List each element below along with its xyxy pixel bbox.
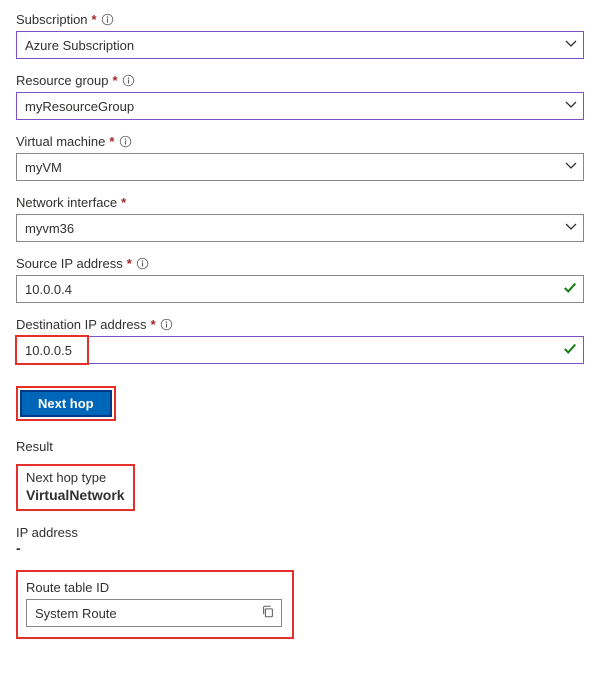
- source-ip-input[interactable]: 10.0.0.4: [16, 275, 584, 303]
- required-asterisk: *: [127, 256, 132, 271]
- source-ip-value: 10.0.0.4: [25, 282, 72, 297]
- chevron-down-icon: [565, 160, 577, 175]
- required-asterisk: *: [151, 317, 156, 332]
- resource-group-label-row: Resource group *: [16, 73, 584, 88]
- chevron-down-icon: [565, 99, 577, 114]
- subscription-field: Subscription * Azure Subscription: [16, 12, 584, 59]
- network-interface-label: Network interface: [16, 195, 117, 210]
- next-hop-button[interactable]: Next hop: [20, 390, 112, 417]
- resource-group-label: Resource group: [16, 73, 109, 88]
- network-interface-select[interactable]: myvm36: [16, 214, 584, 242]
- chevron-down-icon: [565, 38, 577, 53]
- ip-address-value: -: [16, 540, 584, 556]
- required-asterisk: *: [113, 73, 118, 88]
- subscription-value: Azure Subscription: [25, 38, 134, 53]
- destination-ip-input[interactable]: 10.0.0.5: [16, 336, 584, 364]
- destination-ip-label: Destination IP address: [16, 317, 147, 332]
- subscription-select[interactable]: Azure Subscription: [16, 31, 584, 59]
- source-ip-label-row: Source IP address *: [16, 256, 584, 271]
- check-icon: [563, 281, 577, 298]
- destination-ip-value: 10.0.0.5: [25, 343, 72, 358]
- route-table-highlight: Route table ID System Route: [16, 570, 294, 639]
- ip-address-label: IP address: [16, 525, 584, 540]
- required-asterisk: *: [121, 195, 126, 210]
- network-interface-field: Network interface * myvm36: [16, 195, 584, 242]
- ip-address-section: IP address -: [16, 525, 584, 556]
- next-hop-type-label: Next hop type: [26, 470, 125, 485]
- route-table-value: System Route: [35, 606, 117, 621]
- virtual-machine-field: Virtual machine * myVM: [16, 134, 584, 181]
- route-table-field[interactable]: System Route: [26, 599, 282, 627]
- destination-ip-field: Destination IP address * 10.0.0.5: [16, 317, 584, 364]
- resource-group-value: myResourceGroup: [25, 99, 134, 114]
- route-table-label: Route table ID: [26, 580, 282, 595]
- info-icon[interactable]: [136, 257, 150, 271]
- info-icon[interactable]: [160, 318, 174, 332]
- destination-ip-label-row: Destination IP address *: [16, 317, 584, 332]
- info-icon[interactable]: [122, 74, 136, 88]
- next-hop-type-value: VirtualNetwork: [26, 487, 125, 503]
- virtual-machine-select[interactable]: myVM: [16, 153, 584, 181]
- source-ip-field: Source IP address * 10.0.0.4: [16, 256, 584, 303]
- next-hop-highlight: Next hop: [16, 386, 116, 421]
- subscription-label-row: Subscription *: [16, 12, 584, 27]
- resource-group-select[interactable]: myResourceGroup: [16, 92, 584, 120]
- info-icon[interactable]: [118, 135, 132, 149]
- chevron-down-icon: [565, 221, 577, 236]
- copy-icon[interactable]: [261, 605, 275, 622]
- info-icon[interactable]: [101, 13, 115, 27]
- network-interface-value: myvm36: [25, 221, 74, 236]
- virtual-machine-label: Virtual machine: [16, 134, 105, 149]
- subscription-label: Subscription: [16, 12, 88, 27]
- next-hop-type-highlight: Next hop type VirtualNetwork: [16, 464, 135, 511]
- network-interface-label-row: Network interface *: [16, 195, 584, 210]
- required-asterisk: *: [92, 12, 97, 27]
- required-asterisk: *: [109, 134, 114, 149]
- source-ip-label: Source IP address: [16, 256, 123, 271]
- result-heading: Result: [16, 439, 584, 454]
- virtual-machine-value: myVM: [25, 160, 62, 175]
- check-icon: [563, 342, 577, 359]
- resource-group-field: Resource group * myResourceGroup: [16, 73, 584, 120]
- virtual-machine-label-row: Virtual machine *: [16, 134, 584, 149]
